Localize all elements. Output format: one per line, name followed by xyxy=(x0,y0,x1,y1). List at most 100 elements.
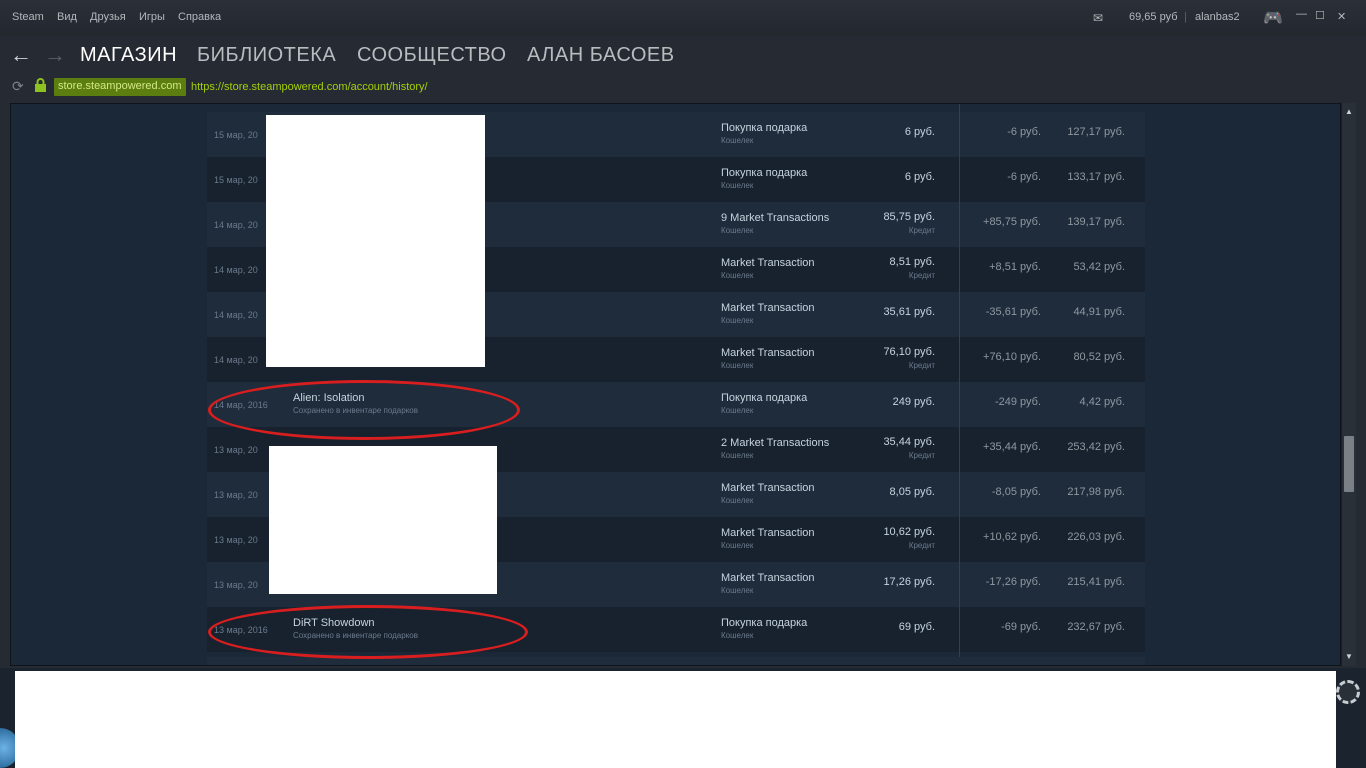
row-wallet-balance: 133,17 руб. xyxy=(1067,171,1125,183)
row-type: Market Transaction xyxy=(721,572,815,584)
row-credit-label: Кредит xyxy=(908,361,935,370)
row-wallet-change: -8,05 руб. xyxy=(991,486,1041,498)
row-payment-method: Кошелек xyxy=(721,631,754,640)
row-wallet-balance: 127,17 руб. xyxy=(1067,126,1125,138)
row-total: 6 руб. xyxy=(904,126,935,138)
gear-icon[interactable] xyxy=(1336,680,1360,704)
row-wallet-change: -6 руб. xyxy=(1007,126,1041,138)
row-date: 15 мар, 20 xyxy=(214,175,258,185)
row-type: Покупка подарка xyxy=(721,617,808,629)
tab-profile[interactable]: АЛАН БАСОЕВ xyxy=(527,44,675,67)
row-wallet-change: +8,51 руб. xyxy=(989,261,1041,273)
row-type: Market Transaction xyxy=(721,482,815,494)
row-wallet-balance: 215,41 руб. xyxy=(1067,576,1125,588)
navigation-bar: ← → МАГАЗИН БИБЛИОТЕКА СООБЩЕСТВО АЛАН Б… xyxy=(0,36,1366,74)
row-type: Покупка подарка xyxy=(721,167,808,179)
row-total: 69 руб. xyxy=(898,621,935,633)
row-total: 35,44 руб. xyxy=(883,436,935,448)
wallet-balance[interactable]: 69,65 руб xyxy=(1129,11,1178,23)
envelope-icon[interactable]: ✉ xyxy=(1093,11,1103,25)
menu-view[interactable]: Вид xyxy=(57,11,77,23)
row-wallet-balance: 217,98 руб. xyxy=(1067,486,1125,498)
row-payment-method: Кошелек xyxy=(721,226,754,235)
row-date: 13 мар, 20 xyxy=(214,490,258,500)
row-wallet-balance: 4,42 руб. xyxy=(1079,396,1125,408)
row-total: 17,26 руб. xyxy=(883,576,935,588)
row-wallet-change: +10,62 руб. xyxy=(983,531,1041,543)
row-wallet-balance: 53,42 руб. xyxy=(1073,261,1125,273)
row-credit-label: Кредит xyxy=(908,541,935,550)
row-wallet-balance: 226,03 руб. xyxy=(1067,531,1125,543)
row-payment-method: Кошелек xyxy=(721,496,754,505)
row-payment-method: Кошелек xyxy=(721,586,754,595)
row-wallet-balance: 232,67 руб. xyxy=(1067,621,1125,633)
row-total: 76,10 руб. xyxy=(883,346,935,358)
menu-friends[interactable]: Друзья xyxy=(90,11,126,23)
row-payment-method: Кошелек xyxy=(721,181,754,190)
menu-games[interactable]: Игры xyxy=(139,11,165,23)
row-date: 15 мар, 20 xyxy=(214,130,258,140)
row-wallet-change: -249 руб. xyxy=(994,396,1041,408)
tab-library[interactable]: БИБЛИОТЕКА xyxy=(197,44,336,67)
row-payment-method: Кошелек xyxy=(721,316,754,325)
row-credit-label: Кредит xyxy=(908,451,935,460)
row-date: 13 мар, 20 xyxy=(214,580,258,590)
row-payment-method: Кошелек xyxy=(721,451,754,460)
close-button[interactable]: ✕ xyxy=(1337,10,1346,23)
row-wallet-change: -69 руб. xyxy=(1001,621,1041,633)
separator: | xyxy=(1184,11,1187,23)
maximize-button[interactable]: ☐ xyxy=(1315,9,1325,22)
domain-badge: store.steampowered.com xyxy=(54,78,186,96)
row-total: 85,75 руб. xyxy=(883,211,935,223)
purchase-history-page: 15 мар, 20 Покупка подарка Кошелек 6 руб. -6… xyxy=(10,103,1341,666)
row-type: Market Transaction xyxy=(721,257,815,269)
row-credit-label: Кредит xyxy=(908,271,935,280)
row-total: 6 руб. xyxy=(904,171,935,183)
gamepad-icon[interactable]: 🎮 xyxy=(1263,8,1283,28)
row-wallet-change: +76,10 руб. xyxy=(983,351,1041,363)
row-wallet-change: -35,61 руб. xyxy=(985,306,1041,318)
row-wallet-balance: 139,17 руб. xyxy=(1067,216,1125,228)
scroll-down-arrow-icon[interactable]: ▼ xyxy=(1342,650,1356,664)
scrollbar[interactable]: ▲ ▼ xyxy=(1341,103,1356,666)
tab-store[interactable]: МАГАЗИН xyxy=(80,44,177,67)
column-divider xyxy=(959,104,960,665)
row-type: Market Transaction xyxy=(721,527,815,539)
row-type: Покупка подарка xyxy=(721,392,808,404)
row-wallet-change: +35,44 руб. xyxy=(983,441,1041,453)
menu-steam[interactable]: Steam xyxy=(12,11,44,23)
row-date: 13 мар, 20 xyxy=(214,535,258,545)
url-text[interactable]: https://store.steampowered.com/account/h… xyxy=(191,81,428,93)
lock-icon xyxy=(34,78,47,92)
row-type: Market Transaction xyxy=(721,347,815,359)
row-type: 2 Market Transactions xyxy=(721,437,830,449)
minimize-button[interactable]: — xyxy=(1296,8,1307,20)
scroll-thumb[interactable] xyxy=(1344,436,1354,492)
row-payment-method: Кошелек xyxy=(721,271,754,280)
forward-arrow-icon[interactable]: → xyxy=(44,42,66,68)
row-wallet-balance: 253,42 руб. xyxy=(1067,441,1125,453)
tab-community[interactable]: СООБЩЕСТВО xyxy=(357,44,507,67)
row-payment-method: Кошелек xyxy=(721,541,754,550)
menu-help[interactable]: Справка xyxy=(178,11,221,23)
row-wallet-balance: 80,52 руб. xyxy=(1073,351,1125,363)
username[interactable]: alanbas2 xyxy=(1195,11,1240,23)
row-wallet-change: +85,75 руб. xyxy=(983,216,1041,228)
row-wallet-change: -17,26 руб. xyxy=(985,576,1041,588)
row-total: 35,61 руб. xyxy=(883,306,935,318)
scroll-up-arrow-icon[interactable]: ▲ xyxy=(1342,105,1356,119)
back-arrow-icon[interactable]: ← xyxy=(10,42,32,68)
row-wallet-balance: 44,91 руб. xyxy=(1073,306,1125,318)
row-total: 10,62 руб. xyxy=(883,526,935,538)
row-wallet-change: -6 руб. xyxy=(1007,171,1041,183)
row-type: Market Transaction xyxy=(721,302,815,314)
row-total: 8,51 руб. xyxy=(889,256,935,268)
row-payment-method: Кошелек xyxy=(721,361,754,370)
row-payment-method: Кошелек xyxy=(721,406,754,415)
row-date: 14 мар, 20 xyxy=(214,265,258,275)
address-bar: ⟳ store.steampowered.com https://store.s… xyxy=(0,74,1366,102)
refresh-icon[interactable]: ⟳ xyxy=(12,78,24,95)
row-date: 14 мар, 20 xyxy=(214,310,258,320)
row-date: 13 мар, 20 xyxy=(214,445,258,455)
row-date: 14 мар, 20 xyxy=(214,355,258,365)
